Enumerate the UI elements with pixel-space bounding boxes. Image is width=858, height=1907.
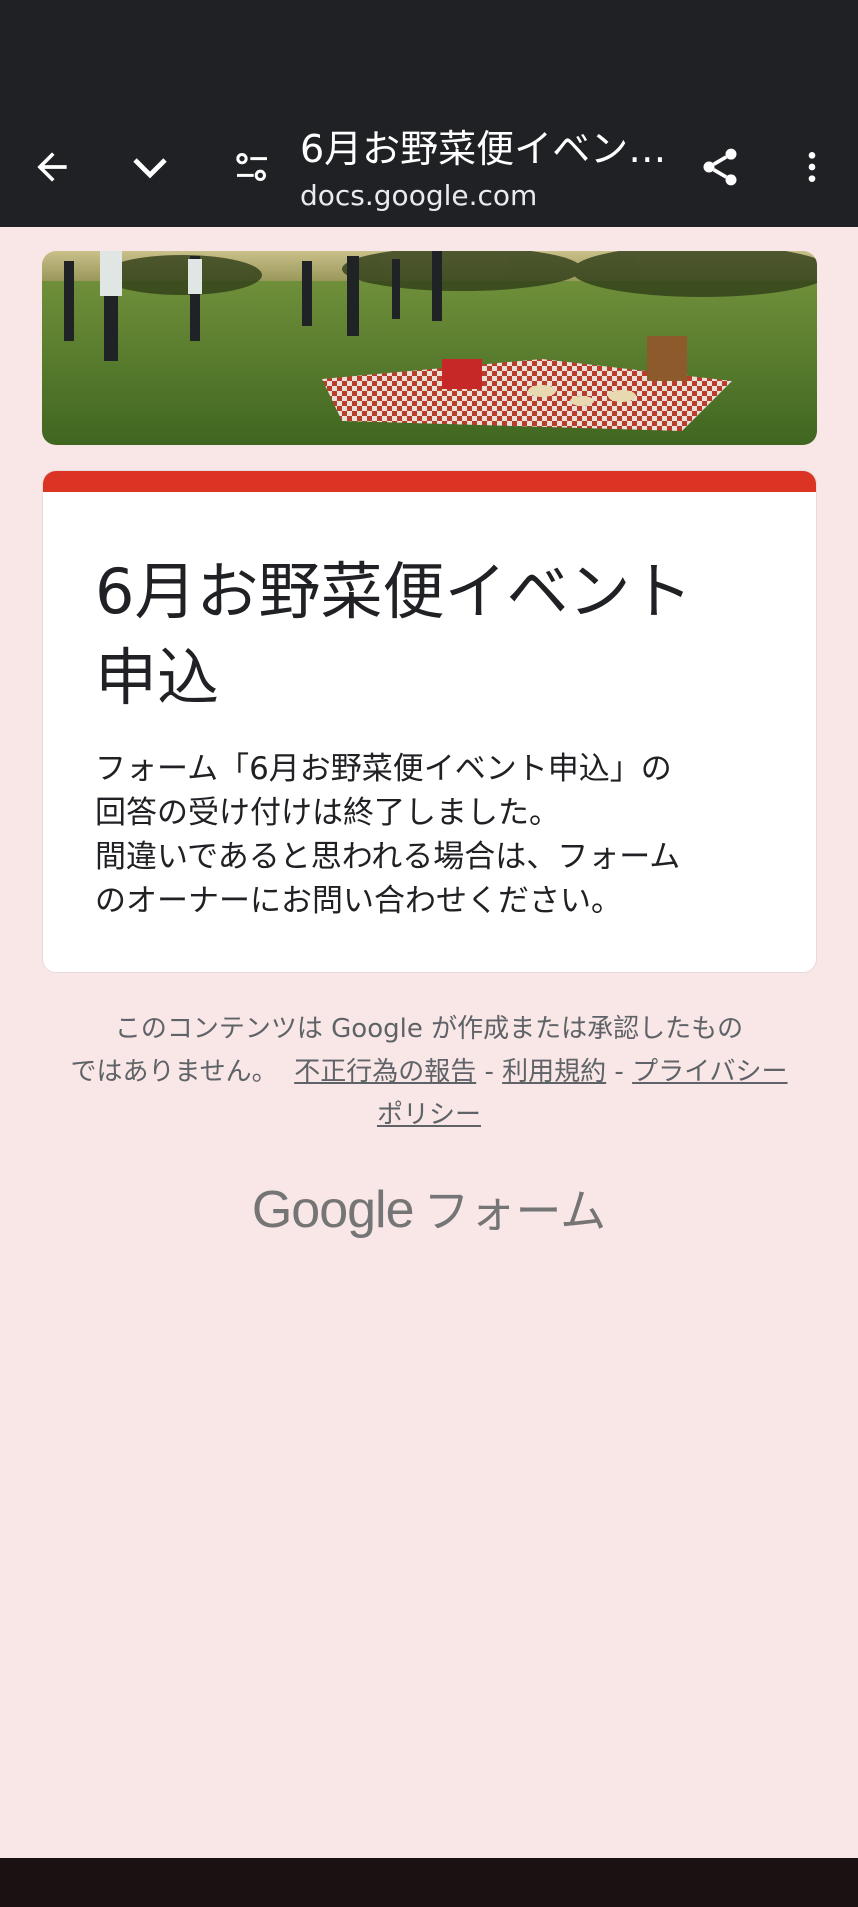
browser-toolbar: 6月お野菜便イベント申込 docs.google.com bbox=[0, 0, 858, 227]
footer-disclaimer: このコンテンツは Google が作成または承認したもの ではありません。 不正… bbox=[68, 1008, 790, 1137]
terms-link[interactable]: 利用規約 bbox=[502, 1057, 606, 1087]
form-card: 6月お野菜便イベント 申込 フォーム「6月お野菜便イベント申込」の 回答の受け付… bbox=[42, 470, 817, 973]
system-nav-bar bbox=[0, 1858, 858, 1907]
chevron-down-icon[interactable] bbox=[118, 135, 182, 199]
report-abuse-link[interactable]: 不正行為の報告 bbox=[294, 1057, 476, 1087]
closed-message: フォーム「6月お野菜便イベント申込」の 回答の受け付けは終了しました。 間違いで… bbox=[95, 747, 795, 923]
page-url[interactable]: docs.google.com bbox=[300, 176, 537, 216]
message-line: 間違いであると思われる場合は、フォーム bbox=[95, 839, 681, 875]
message-line: のオーナーにお問い合わせください。 bbox=[95, 883, 622, 919]
share-icon[interactable] bbox=[688, 135, 752, 199]
more-vert-icon[interactable] bbox=[780, 135, 844, 199]
separator: - bbox=[484, 1057, 494, 1087]
disclaimer-text: ではありません。 bbox=[70, 1057, 278, 1087]
form-title: 6月お野菜便イベント 申込 bbox=[95, 549, 775, 721]
message-line: 回答の受け付けは終了しました。 bbox=[95, 795, 560, 831]
disclaimer-text: このコンテンツは Google が作成または承認したもの bbox=[114, 1014, 744, 1044]
form-header-image bbox=[42, 251, 817, 445]
forms-wordmark: フォーム bbox=[423, 1184, 607, 1238]
google-forms-logo[interactable]: Google フォーム bbox=[0, 1175, 858, 1246]
google-wordmark: Google bbox=[251, 1181, 415, 1239]
back-arrow-icon[interactable] bbox=[20, 135, 84, 199]
card-accent-bar bbox=[43, 471, 816, 492]
form-title-line: 6月お野菜便イベント bbox=[95, 555, 693, 628]
form-title-line: 申込 bbox=[95, 641, 220, 714]
tune-icon[interactable] bbox=[220, 135, 284, 199]
message-line: フォーム「6月お野菜便イベント申込」の bbox=[95, 751, 672, 787]
page-title[interactable]: 6月お野菜便イベント申込 bbox=[300, 124, 672, 174]
separator: - bbox=[614, 1057, 624, 1087]
